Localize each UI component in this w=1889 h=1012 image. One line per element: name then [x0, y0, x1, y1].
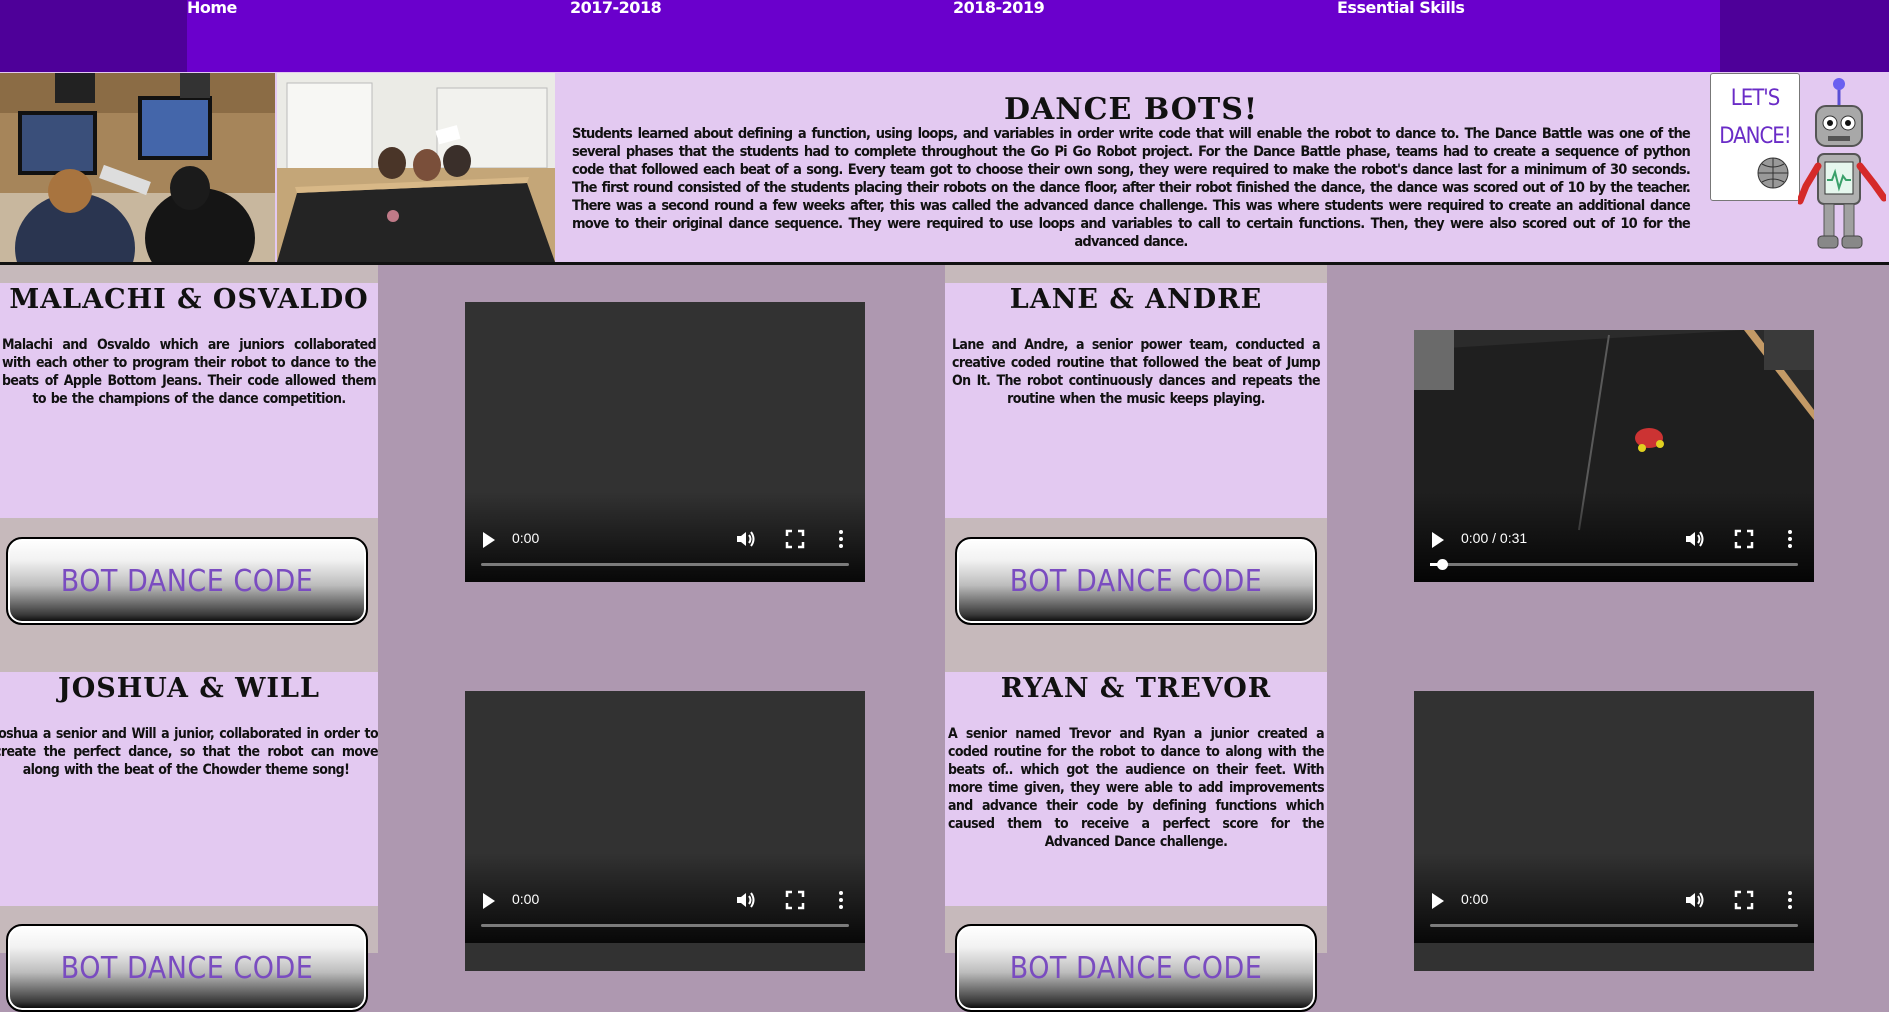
dance-video-player[interactable]: 0:00 / 0:31 [1414, 330, 1814, 582]
intro-title: DANCE BOTS! [1003, 92, 1259, 127]
progress-knob[interactable] [1437, 559, 1449, 570]
fullscreen-icon[interactable] [1734, 529, 1754, 549]
video-progress-bar[interactable] [1430, 924, 1798, 927]
more-options-icon[interactable] [1786, 890, 1794, 910]
nav-link-2018-2019[interactable]: 2018-2019 [953, 0, 1045, 16]
play-icon[interactable] [1432, 532, 1444, 548]
video-progress-bar[interactable] [481, 563, 849, 566]
dance-video-player[interactable]: 0:00 [465, 302, 865, 582]
logo-line-2: DANCE! [1719, 124, 1791, 149]
volume-icon[interactable] [1684, 890, 1706, 910]
lets-dance-logo: LET'S DANCE! [1710, 73, 1800, 201]
team-description: Lane and Andre, a senior power team, con… [952, 337, 1321, 407]
fullscreen-icon[interactable] [785, 529, 805, 549]
team-title: MALACHI & OSVALDO [9, 284, 369, 315]
bot-dance-code-button[interactable]: BOT DANCE CODE [6, 537, 368, 625]
team-title: JOSHUA & WILL [57, 673, 321, 704]
team-card-joshua-will [0, 672, 378, 906]
nav-link-home[interactable]: Home [187, 0, 237, 16]
nav-link-2017-2018[interactable]: 2017-2018 [570, 0, 662, 16]
students-computers-photo [0, 73, 275, 262]
intro-text: Students learned about defining a functi… [572, 126, 1691, 250]
robot-icon [1798, 78, 1886, 249]
dance-video-player[interactable]: 0:00 [465, 691, 865, 971]
volume-icon[interactable] [735, 890, 757, 910]
fullscreen-icon[interactable] [1734, 890, 1754, 910]
bot-dance-code-button[interactable]: BOT DANCE CODE [955, 924, 1317, 1012]
video-time: 0:00 [512, 530, 540, 546]
bot-dance-code-button[interactable]: BOT DANCE CODE [955, 537, 1317, 625]
team-description: Malachi and Osvaldo which are juniors co… [2, 337, 377, 407]
video-progress-bar[interactable] [1430, 559, 1798, 570]
volume-icon[interactable] [735, 529, 757, 549]
logo-line-1: LET'S [1730, 86, 1781, 111]
video-progress-bar[interactable] [481, 924, 849, 927]
play-icon[interactable] [483, 532, 495, 548]
classroom-dance-floor-photo [277, 73, 555, 262]
team-description: Joshua a senior and Will a junior, colla… [0, 726, 379, 778]
fullscreen-icon[interactable] [785, 890, 805, 910]
more-options-icon[interactable] [837, 890, 845, 910]
dance-video-player[interactable]: 0:00 [1414, 691, 1814, 971]
nav-link-essential-skills[interactable]: Essential Skills [1337, 0, 1465, 16]
video-time: 0:00 / 0:31 [1461, 530, 1528, 546]
disco-ball-icon [1757, 157, 1789, 189]
team-title: RYAN & TREVOR [1000, 673, 1272, 704]
video-time: 0:00 [1461, 891, 1489, 907]
play-icon[interactable] [483, 893, 495, 909]
nav-bar [0, 0, 1889, 72]
team-title: LANE & ANDRE [1009, 284, 1263, 315]
team-description: A senior named Trevor and Ryan a junior … [948, 726, 1325, 850]
more-options-icon[interactable] [1786, 529, 1794, 549]
play-icon[interactable] [1432, 893, 1444, 909]
bot-dance-code-button[interactable]: BOT DANCE CODE [6, 924, 368, 1012]
more-options-icon[interactable] [837, 529, 845, 549]
volume-icon[interactable] [1684, 529, 1706, 549]
video-time: 0:00 [512, 891, 540, 907]
